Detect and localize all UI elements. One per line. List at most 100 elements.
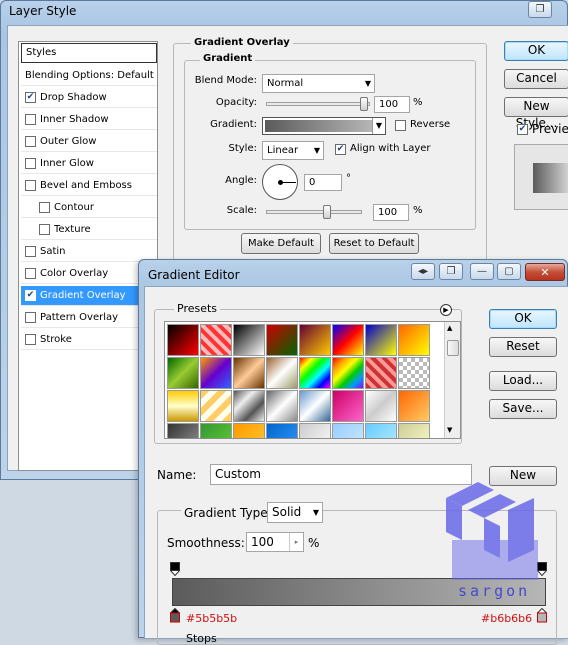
- align-layer-checkbox[interactable]: ✔: [335, 144, 346, 155]
- opacity-stop-left[interactable]: [169, 562, 181, 577]
- list-item-pattern-overlay[interactable]: Pattern Overlay: [21, 308, 157, 328]
- color-overlay-checkbox[interactable]: [25, 268, 36, 279]
- preset-swatch[interactable]: [167, 357, 199, 389]
- preset-swatch[interactable]: [299, 324, 331, 356]
- opacity-slider[interactable]: [266, 102, 370, 106]
- list-item-color-overlay[interactable]: Color Overlay: [21, 264, 157, 284]
- preset-swatch[interactable]: [266, 423, 298, 438]
- chevron-down-icon[interactable]: ▼: [372, 118, 385, 134]
- make-default-button[interactable]: Make Default: [241, 233, 321, 254]
- maximize-icon[interactable]: ▢: [497, 263, 521, 280]
- preset-swatch[interactable]: [233, 324, 265, 356]
- stroke-checkbox[interactable]: [25, 334, 36, 345]
- ge-save-button[interactable]: Save...: [489, 399, 557, 419]
- ge-load-button[interactable]: Load...: [489, 371, 557, 391]
- preset-swatch[interactable]: [398, 390, 430, 422]
- preset-swatch[interactable]: [398, 423, 430, 438]
- contour-checkbox[interactable]: [39, 202, 50, 213]
- preset-swatch[interactable]: [200, 390, 232, 422]
- preset-swatch[interactable]: [332, 390, 364, 422]
- preset-swatch[interactable]: [200, 324, 232, 356]
- new-style-button[interactable]: New Style...: [504, 97, 568, 130]
- gradient-picker[interactable]: ▼: [262, 117, 386, 135]
- preset-swatch[interactable]: [233, 390, 265, 422]
- opacity-slider-thumb[interactable]: [360, 97, 368, 111]
- pattern-overlay-checkbox[interactable]: [25, 312, 36, 323]
- angle-dial[interactable]: [262, 164, 298, 200]
- preset-swatch[interactable]: [233, 357, 265, 389]
- preset-swatch[interactable]: [332, 423, 364, 438]
- chevron-right-icon[interactable]: ▸: [289, 533, 303, 551]
- scale-slider[interactable]: [266, 210, 362, 214]
- list-item-outer-glow[interactable]: Outer Glow: [21, 132, 157, 152]
- list-item-inner-glow[interactable]: Inner Glow: [21, 154, 157, 174]
- list-item-contour[interactable]: Contour: [21, 198, 157, 218]
- scroll-thumb[interactable]: [447, 340, 459, 356]
- preset-swatch[interactable]: [266, 324, 298, 356]
- preset-swatch[interactable]: [365, 357, 397, 389]
- preset-swatch[interactable]: [200, 357, 232, 389]
- reverse-checkbox[interactable]: [395, 120, 406, 131]
- outer-glow-checkbox[interactable]: [25, 136, 36, 147]
- cancel-button[interactable]: Cancel: [504, 69, 568, 89]
- preset-swatch[interactable]: [266, 390, 298, 422]
- back-forward-icon[interactable]: ◂▸: [411, 263, 435, 280]
- preview-checkbox[interactable]: ✔: [517, 124, 528, 135]
- bevel-emboss-checkbox[interactable]: [25, 180, 36, 191]
- list-item-bevel-emboss[interactable]: Bevel and Emboss: [21, 176, 157, 196]
- smoothness-input[interactable]: 100 ▸: [246, 532, 304, 552]
- preset-swatch[interactable]: [299, 423, 331, 438]
- list-item-stroke[interactable]: Stroke: [21, 330, 157, 350]
- list-item-gradient-overlay[interactable]: ✔ Gradient Overlay: [21, 286, 157, 306]
- restore-icon[interactable]: ❐: [439, 263, 463, 280]
- list-item-texture[interactable]: Texture: [21, 220, 157, 240]
- preset-swatch[interactable]: [332, 324, 364, 356]
- inner-glow-checkbox[interactable]: [25, 158, 36, 169]
- close-icon[interactable]: ✕: [525, 263, 565, 281]
- list-item-satin[interactable]: Satin: [21, 242, 157, 262]
- preset-swatch[interactable]: [167, 423, 199, 438]
- scale-input[interactable]: 100: [373, 204, 409, 221]
- color-stop-left[interactable]: [169, 607, 181, 623]
- inner-shadow-checkbox[interactable]: [25, 114, 36, 125]
- list-item-drop-shadow[interactable]: ✔ Drop Shadow: [21, 88, 157, 108]
- styles-header[interactable]: Styles: [21, 43, 157, 63]
- restore-icon[interactable]: ❐: [528, 1, 552, 18]
- preset-swatch[interactable]: [167, 390, 199, 422]
- preset-swatch[interactable]: [398, 357, 430, 389]
- preset-swatch[interactable]: [332, 357, 364, 389]
- list-item-inner-shadow[interactable]: Inner Shadow: [21, 110, 157, 130]
- ge-reset-button[interactable]: Reset: [489, 337, 557, 357]
- texture-checkbox[interactable]: [39, 224, 50, 235]
- color-stop-right[interactable]: [536, 607, 548, 623]
- preset-swatch[interactable]: [365, 390, 397, 422]
- preset-swatch[interactable]: [299, 357, 331, 389]
- presets-scrollbar[interactable]: ▲ ▼: [444, 322, 460, 438]
- preset-swatch[interactable]: [365, 423, 397, 438]
- minimize-icon[interactable]: —: [470, 263, 494, 280]
- gradient-overlay-checkbox[interactable]: ✔: [25, 290, 36, 301]
- presets-menu-icon[interactable]: ▶: [440, 304, 452, 316]
- preset-swatch[interactable]: [167, 324, 199, 356]
- angle-input[interactable]: 0: [304, 174, 342, 191]
- satin-checkbox[interactable]: [25, 246, 36, 257]
- name-input[interactable]: Custom: [210, 464, 472, 485]
- gradient-type-select[interactable]: Solid ▼: [267, 502, 323, 523]
- preset-swatch[interactable]: [200, 423, 232, 438]
- preset-swatch[interactable]: [398, 324, 430, 356]
- reset-default-button[interactable]: Reset to Default: [329, 233, 419, 254]
- preset-swatch[interactable]: [365, 324, 397, 356]
- preset-swatch[interactable]: [266, 357, 298, 389]
- list-item-blending-options[interactable]: Blending Options: Default: [21, 66, 157, 86]
- drop-shadow-checkbox[interactable]: ✔: [25, 92, 36, 103]
- preset-swatch[interactable]: [233, 423, 265, 438]
- blend-mode-select[interactable]: Normal ▼: [262, 74, 375, 93]
- preset-swatch[interactable]: [299, 390, 331, 422]
- scroll-down-icon[interactable]: ▼: [447, 426, 452, 434]
- ok-button[interactable]: OK: [504, 41, 568, 61]
- scale-slider-thumb[interactable]: [323, 205, 331, 219]
- opacity-input[interactable]: 100: [374, 96, 410, 113]
- ge-ok-button[interactable]: OK: [489, 309, 557, 329]
- style-select[interactable]: Linear ▼: [262, 141, 324, 160]
- scroll-up-icon[interactable]: ▲: [447, 324, 452, 332]
